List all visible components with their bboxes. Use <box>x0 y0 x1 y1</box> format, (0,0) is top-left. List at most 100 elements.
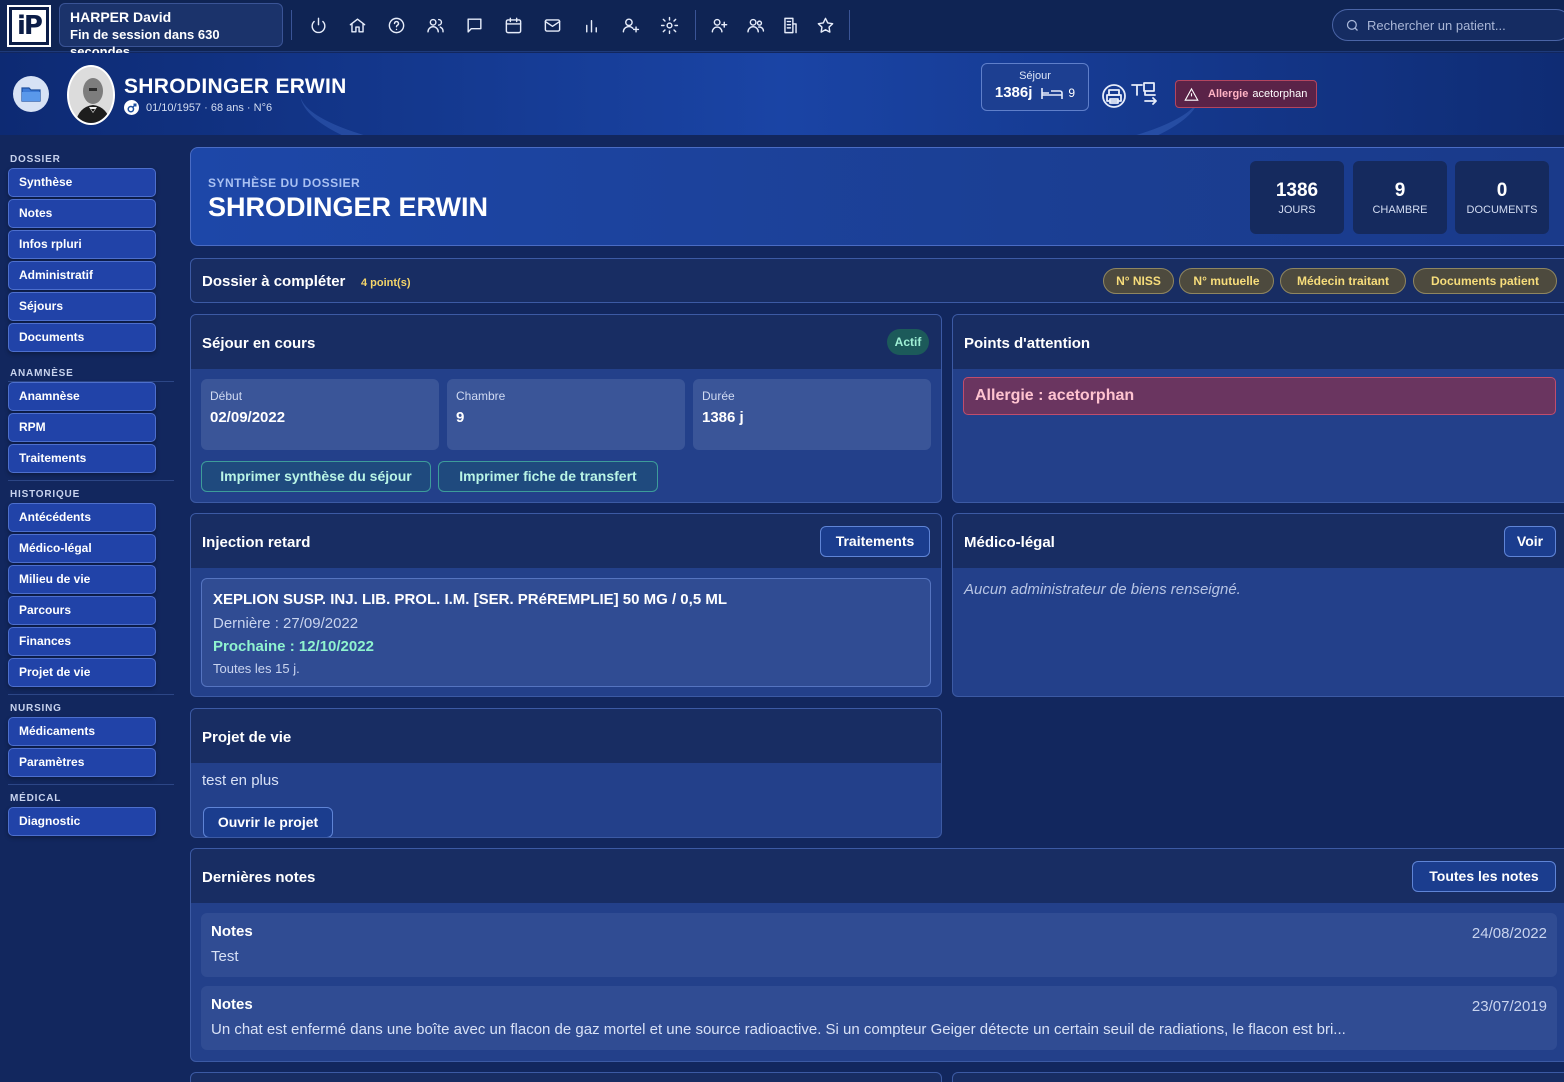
power-icon[interactable] <box>307 14 329 36</box>
sidebar-item-diagnostic[interactable]: Diagnostic <box>8 807 156 836</box>
notes-card: Dernières notes Toutes les notes Notes 2… <box>190 848 1564 1062</box>
card-header: Médico-légal Voir <box>953 514 1564 568</box>
bed-icon <box>1041 87 1064 99</box>
note-date: 23/07/2019 <box>1471 998 1547 1015</box>
star-icon[interactable] <box>814 14 836 36</box>
card-header: Dernières notes Toutes les notes <box>191 849 1564 903</box>
sidebar-item-anamnese[interactable]: Anamnèse <box>8 382 156 411</box>
note-body: Un chat est enfermé dans une boîte avec … <box>211 1021 1346 1038</box>
user-plus-icon[interactable] <box>619 14 641 36</box>
chart-icon[interactable] <box>580 14 602 36</box>
users-icon[interactable] <box>424 14 446 36</box>
tile-value: 02/09/2022 <box>210 409 286 426</box>
top-bar: iP HARPER David Fin de session dans 630 … <box>0 0 1564 59</box>
next-card <box>952 1072 1564 1082</box>
divider <box>8 694 174 695</box>
allergy-badge[interactable]: Allergie acetorphan <box>1175 80 1317 108</box>
projet-card: Projet de vie test en plus Ouvrir le pro… <box>190 708 942 838</box>
sidebar-item-parametres[interactable]: Paramètres <box>8 748 156 777</box>
sidebar-section-title: ANAMNÈSE <box>10 368 74 379</box>
note-title: Notes <box>211 923 253 940</box>
chat-icon[interactable] <box>463 14 485 36</box>
tile-label: Chambre <box>456 389 506 403</box>
attention-title: Points d'attention <box>964 335 1091 352</box>
dossier-to-complete: Dossier à compléter 4 point(s) N° NISS N… <box>190 258 1564 303</box>
note-item[interactable]: Notes 24/08/2022 Test <box>201 913 1557 977</box>
stat-label: JOURS <box>1278 204 1316 216</box>
print-icon[interactable] <box>1101 83 1127 109</box>
stat-room: 9 CHAMBRE <box>1353 161 1447 234</box>
user-session-box: HARPER David Fin de session dans 630 sec… <box>59 3 283 59</box>
calendar-icon[interactable] <box>502 14 524 36</box>
search-input[interactable] <box>1367 17 1547 33</box>
sidebar-item-parcours[interactable]: Parcours <box>8 596 156 625</box>
user-add-icon[interactable] <box>708 14 730 36</box>
mail-icon[interactable] <box>541 14 563 36</box>
patient-avatar <box>67 65 115 125</box>
last-injection: Dernière : 27/09/2022 <box>213 615 359 632</box>
patient-meta: 01/10/1957 · 68 ans · N°6 <box>124 100 272 115</box>
group-icon[interactable] <box>744 14 766 36</box>
tile-label: Durée <box>702 389 735 403</box>
divider <box>849 10 850 40</box>
help-icon[interactable] <box>385 14 407 36</box>
settings-icon[interactable] <box>658 14 680 36</box>
folder-icon[interactable] <box>13 76 49 112</box>
view-button[interactable]: Voir <box>1504 526 1556 557</box>
divider <box>8 480 174 481</box>
sidebar-section-title: NURSING <box>10 703 62 714</box>
patient-header: SHRODINGER ERWIN 01/10/1957 · 68 ans · N… <box>0 53 1564 135</box>
patient-search[interactable] <box>1332 9 1564 41</box>
sidebar-section-title: HISTORIQUE <box>10 489 81 500</box>
sidebar-item-medico-legal[interactable]: Médico-légal <box>8 534 156 563</box>
stat-label: DOCUMENTS <box>1466 204 1538 216</box>
sidebar-item-milieu-de-vie[interactable]: Milieu de vie <box>8 565 156 594</box>
treatments-button[interactable]: Traitements <box>820 526 930 557</box>
stat-value: 9 <box>1394 180 1406 201</box>
sidebar-item-administratif[interactable]: Administratif <box>8 261 156 290</box>
app-logo[interactable]: iP <box>7 5 51 47</box>
sidebar-item-sejours[interactable]: Séjours <box>8 292 156 321</box>
male-icon <box>124 100 139 115</box>
projet-text: test en plus <box>202 772 279 789</box>
to-complete-title: Dossier à compléter <box>202 273 346 290</box>
user-name: HARPER David <box>70 9 172 25</box>
patient-birth-info: 01/10/1957 · 68 ans · N°6 <box>146 101 273 114</box>
transfer-icon[interactable] <box>1130 81 1158 109</box>
home-icon[interactable] <box>346 14 368 36</box>
sidebar-item-infos-rpluri[interactable]: Infos rpluri <box>8 230 156 259</box>
card-header: Projet de vie <box>191 709 941 763</box>
sidebar-item-projet-de-vie[interactable]: Projet de vie <box>8 658 156 687</box>
sidebar-item-notes[interactable]: Notes <box>8 199 156 228</box>
stat-value: 1386 <box>1275 180 1319 201</box>
missing-niss-pill[interactable]: N° NISS <box>1103 268 1174 294</box>
sejour-label: Séjour <box>1019 70 1051 82</box>
sidebar-item-synthese[interactable]: Synthèse <box>8 168 156 197</box>
print-summary-button[interactable]: Imprimer synthèse du séjour <box>201 461 431 492</box>
missing-mutuelle-pill[interactable]: N° mutuelle <box>1179 268 1274 294</box>
building-icon[interactable] <box>779 14 801 36</box>
sidebar-item-antecedents[interactable]: Antécédents <box>8 503 156 532</box>
warning-icon <box>1184 87 1199 101</box>
sidebar-item-traitements[interactable]: Traitements <box>8 444 156 473</box>
sidebar-item-rpm[interactable]: RPM <box>8 413 156 442</box>
note-item[interactable]: Notes 23/07/2019 Un chat est enfermé dan… <box>201 986 1557 1050</box>
sejour-duration-tile: Durée 1386 j <box>693 379 931 450</box>
sidebar-item-medicaments[interactable]: Médicaments <box>8 717 156 746</box>
print-transfer-button[interactable]: Imprimer fiche de transfert <box>438 461 658 492</box>
tile-value: 9 <box>456 409 465 426</box>
sidebar-item-documents[interactable]: Documents <box>8 323 156 352</box>
sidebar-item-finances[interactable]: Finances <box>8 627 156 656</box>
sejour-box[interactable]: Séjour 1386j 9 <box>981 63 1089 111</box>
medico-legal-title: Médico-légal <box>964 534 1055 551</box>
all-notes-button[interactable]: Toutes les notes <box>1412 861 1556 892</box>
injection-card: Injection retard Traitements XEPLION SUS… <box>190 513 942 697</box>
open-project-button[interactable]: Ouvrir le projet <box>203 807 333 837</box>
patient-name: SHRODINGER ERWIN <box>124 75 347 98</box>
stat-days: 1386 JOURS <box>1250 161 1344 234</box>
next-injection: Prochaine : 12/10/2022 <box>213 638 374 655</box>
allergy-alert: Allergie : acetorphan <box>963 377 1556 415</box>
missing-documents-pill[interactable]: Documents patient <box>1413 268 1557 294</box>
missing-doctor-pill[interactable]: Médecin traitant <box>1280 268 1406 294</box>
note-body: Test <box>211 948 239 965</box>
